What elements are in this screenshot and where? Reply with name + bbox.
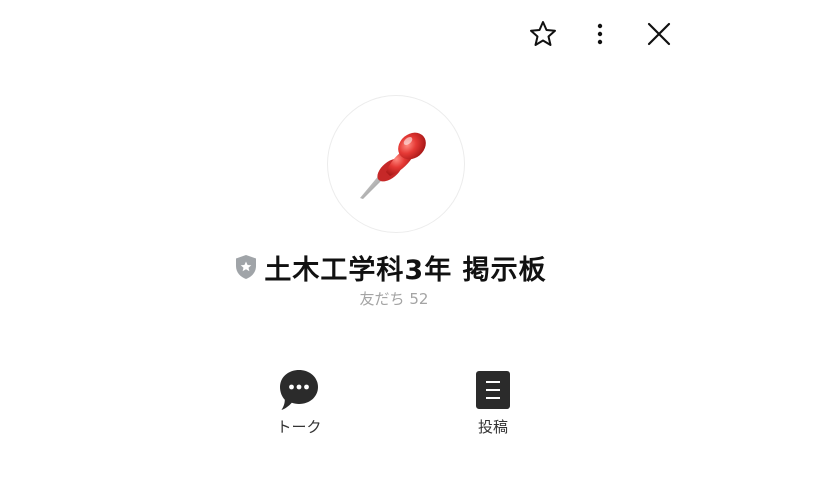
- talk-label: トーク: [276, 418, 322, 436]
- more-vertical-icon: [597, 23, 603, 45]
- favorite-button[interactable]: [523, 14, 563, 54]
- friends-count: 52: [409, 290, 429, 308]
- document-icon: [471, 368, 515, 412]
- posts-button[interactable]: 投稿: [453, 368, 533, 437]
- red-pushpin-icon: [360, 132, 426, 199]
- close-button[interactable]: [639, 14, 679, 54]
- group-avatar[interactable]: [327, 95, 465, 233]
- friends-label: 友だち: [359, 290, 405, 308]
- talk-button[interactable]: トーク: [259, 368, 339, 437]
- profile-name-row: 土木工学科3年 掲示板: [0, 246, 826, 288]
- group-name: 土木工学科3年 掲示板: [264, 254, 547, 286]
- friends-count-row: 友だち 52: [0, 288, 807, 309]
- more-options-button[interactable]: [580, 14, 620, 54]
- close-icon: [647, 22, 671, 46]
- official-shield-icon: [235, 254, 257, 280]
- star-outline-icon: [530, 21, 556, 46]
- chat-bubble-icon: [277, 368, 321, 412]
- posts-label: 投稿: [477, 418, 508, 436]
- group-profile-screen: 土木工学科3年 掲示板 友だち 52 トーク 投稿: [0, 0, 826, 500]
